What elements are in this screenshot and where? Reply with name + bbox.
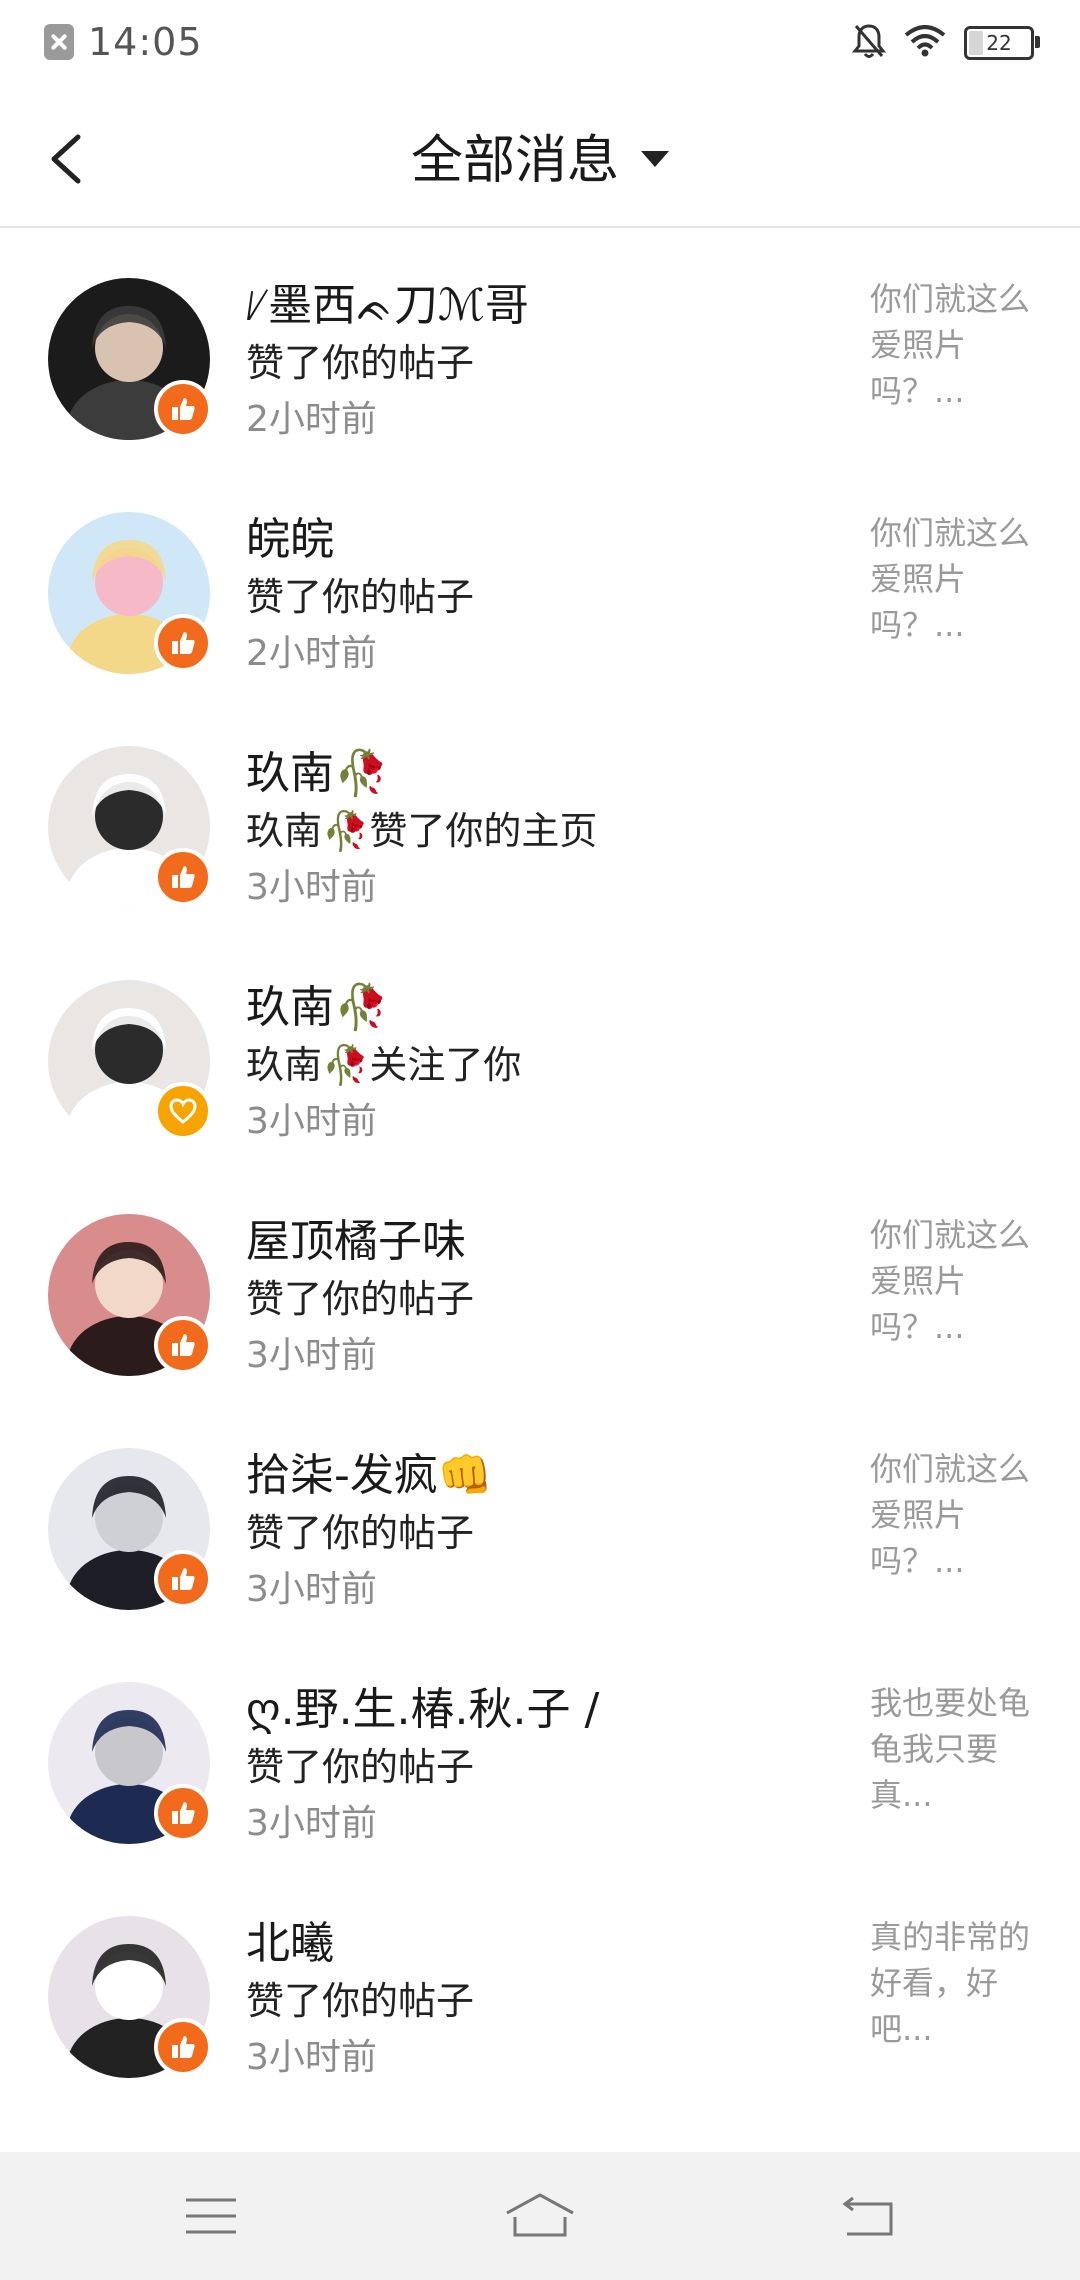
action-text: 赞了你的帖子: [246, 1979, 475, 2023]
user-name[interactable]: 皖皖: [246, 512, 846, 568]
action-text: 玖南🥀关注了你: [246, 1043, 522, 1087]
timestamp: 3小时前: [246, 1101, 377, 1142]
action-text: 赞了你的帖子: [246, 1511, 475, 1555]
user-name[interactable]: ღ.野.生.椿.秋.子 /: [246, 1682, 846, 1738]
return-icon: [842, 2196, 893, 2236]
heart-icon: [154, 1082, 212, 1140]
home-icon: [506, 2193, 574, 2237]
caret-down-icon: [641, 150, 669, 167]
like-icon: [154, 1784, 212, 1842]
like-icon: [154, 614, 212, 672]
notification-item[interactable]: ღ.野.生.椿.秋.子 / 赞了你的帖子 3小时前 我也要处龟龟我只要真...: [0, 1632, 1080, 1866]
menu-icon: [186, 2198, 236, 2234]
action-text: 赞了你的帖子: [246, 1745, 475, 1789]
status-bar: 14:05 22: [0, 0, 1080, 84]
user-name[interactable]: 拾柒-发疯👊: [246, 1448, 846, 1504]
timestamp: 3小时前: [246, 867, 377, 908]
avatar-wrapper[interactable]: [48, 1682, 212, 1844]
notification-item[interactable]: 玖南🥀 玖南🥀赞了你的主页 3小时前: [0, 696, 1080, 930]
like-icon: [154, 1316, 212, 1374]
notification-icon: [44, 24, 74, 60]
like-icon: [154, 1550, 212, 1608]
like-icon: [154, 380, 212, 438]
timestamp: 3小时前: [246, 2037, 377, 2078]
user-name[interactable]: 玖南🥀: [246, 746, 846, 802]
action-text: 赞了你的帖子: [246, 1277, 475, 1321]
avatar-wrapper[interactable]: [48, 746, 212, 908]
avatar-wrapper[interactable]: [48, 512, 212, 674]
back-nav-button[interactable]: [829, 2186, 909, 2246]
avatar-wrapper[interactable]: [48, 1214, 212, 1376]
notification-item[interactable]: 皖皖 赞了你的帖子 2小时前 你们就这么爱照片吗？...: [0, 462, 1080, 696]
wifi-icon: [904, 25, 946, 61]
avatar-wrapper[interactable]: [48, 1916, 212, 2078]
system-nav-bar: [0, 2152, 1080, 2280]
page-title: 全部消息: [410, 131, 619, 191]
post-preview[interactable]: 真的非常的好看，好吧...: [870, 1914, 1030, 2052]
avatar-wrapper[interactable]: [48, 1448, 212, 1610]
timestamp: 2小时前: [246, 399, 377, 440]
status-time: 14:05: [88, 20, 203, 64]
like-icon: [154, 2018, 212, 2076]
battery-icon: 22: [964, 26, 1040, 60]
post-preview[interactable]: 你们就这么爱照片吗？...: [870, 1446, 1030, 1584]
notification-item[interactable]: ᜱ墨西ᨃ刀ℳ哥 赞了你的帖子 2小时前 你们就这么爱照片吗？...: [0, 228, 1080, 462]
avatar-wrapper[interactable]: [48, 278, 212, 440]
header: 全部消息: [0, 84, 1080, 228]
timestamp: 3小时前: [246, 1335, 377, 1376]
user-name[interactable]: 屋顶橘子味: [246, 1214, 846, 1270]
like-icon: [154, 848, 212, 906]
notification-item[interactable]: 拾柒-发疯👊 赞了你的帖子 3小时前 你们就这么爱照片吗？...: [0, 1398, 1080, 1632]
user-name[interactable]: 玖南🥀: [246, 980, 846, 1036]
user-name[interactable]: ᜱ墨西ᨃ刀ℳ哥: [246, 278, 846, 334]
title-dropdown[interactable]: 全部消息: [0, 118, 1080, 193]
menu-button[interactable]: [171, 2186, 251, 2246]
notification-item[interactable]: 北曦 赞了你的帖子 3小时前 真的非常的好看，好吧...: [0, 1866, 1080, 2100]
timestamp: 3小时前: [246, 1803, 377, 1844]
post-preview[interactable]: 我也要处龟龟我只要真...: [870, 1680, 1030, 1818]
avatar-wrapper[interactable]: [48, 980, 212, 1142]
notification-item[interactable]: 屋顶橘子味 赞了你的帖子 3小时前 你们就这么爱照片吗？...: [0, 1164, 1080, 1398]
timestamp: 2小时前: [246, 633, 377, 674]
post-preview[interactable]: 你们就这么爱照片吗？...: [870, 276, 1030, 414]
timestamp: 3小时前: [246, 1569, 377, 1610]
notification-list: ᜱ墨西ᨃ刀ℳ哥 赞了你的帖子 2小时前 你们就这么爱照片吗？... 皖皖 赞了你…: [0, 228, 1080, 2100]
post-preview[interactable]: 你们就这么爱照片吗？...: [870, 1212, 1030, 1350]
post-preview[interactable]: 你们就这么爱照片吗？...: [870, 510, 1030, 648]
user-name[interactable]: 北曦: [246, 1916, 846, 1972]
battery-level: 22: [986, 31, 1012, 55]
mute-bell-icon: [851, 22, 887, 64]
action-text: 玖南🥀赞了你的主页: [246, 809, 598, 853]
notification-item[interactable]: 玖南🥀 玖南🥀关注了你 3小时前: [0, 930, 1080, 1164]
home-button[interactable]: [500, 2186, 580, 2246]
action-text: 赞了你的帖子: [246, 341, 475, 385]
action-text: 赞了你的帖子: [246, 575, 475, 619]
